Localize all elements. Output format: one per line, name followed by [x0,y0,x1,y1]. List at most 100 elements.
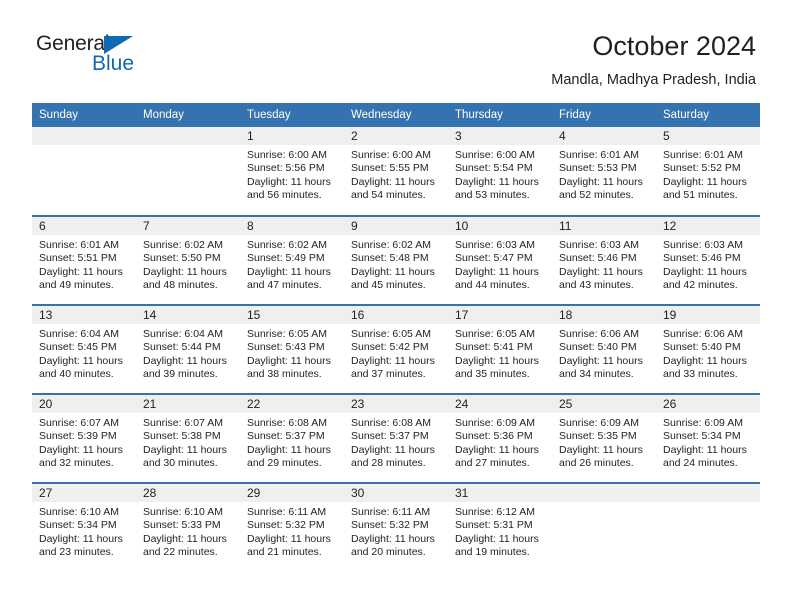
day-detail-line: Sunset: 5:48 PM [351,252,429,265]
day-number: 31 [448,484,552,502]
day-cell[interactable]: 17 Sunrise: 6:05 AM Sunset: 5:41 PM Dayligh… [448,304,552,394]
day-cell[interactable]: 5 Sunrise: 6:01 AM Sunset: 5:52 PM Daylight… [656,127,760,216]
day-details: Sunrise: 6:09 AM Sunset: 5:35 PM Daylight:… [552,413,656,471]
day-detail-line: Sunrise: 6:06 AM [663,328,743,340]
day-cell[interactable]: 11 Sunrise: 6:03 AM Sunset: 5:46 PM Dayligh… [552,215,656,305]
title-block: October 2024 Mandla, Madhya Pradesh, Ind… [551,30,756,90]
day-cell[interactable]: 13 Sunrise: 6:04 AM Sunset: 5:45 PM Dayligh… [32,304,136,394]
day-cell[interactable]: 30 Sunrise: 6:11 AM Sunset: 5:32 PM Dayligh… [344,482,448,572]
day-cell[interactable]: 8 Sunrise: 6:02 AM Sunset: 5:49 PM Daylight… [240,215,344,305]
day-detail-line: and 29 minutes. [247,457,322,470]
day-number: 17 [448,306,552,324]
day-cell[interactable]: 16 Sunrise: 6:05 AM Sunset: 5:42 PM Dayligh… [344,304,448,394]
day-detail-line: Sunrise: 6:05 AM [351,328,431,340]
day-detail-line: Sunset: 5:32 PM [351,519,429,532]
day-number: 12 [656,217,760,235]
day-number: 28 [136,484,240,502]
day-number: 23 [344,395,448,413]
day-detail-line: Sunrise: 6:09 AM [455,417,535,429]
day-detail-line: Daylight: 11 hours [455,443,539,456]
day-cell[interactable]: 18 Sunrise: 6:06 AM Sunset: 5:40 PM Dayligh… [552,304,656,394]
day-detail-line: Daylight: 11 hours [455,175,539,188]
day-details: Sunrise: 6:06 AM Sunset: 5:40 PM Daylight:… [656,324,760,382]
day-detail-line: Sunrise: 6:04 AM [143,328,223,340]
day-details: Sunrise: 6:11 AM Sunset: 5:32 PM Daylight:… [344,502,448,560]
day-number: 21 [136,395,240,413]
day-cell[interactable]: 22 Sunrise: 6:08 AM Sunset: 5:37 PM Dayligh… [240,393,344,483]
day-detail-line: and 51 minutes. [663,189,738,202]
day-detail-line: and 34 minutes. [559,368,634,381]
day-details: Sunrise: 6:05 AM Sunset: 5:41 PM Daylight:… [448,324,552,382]
calendar-week-row: 6 Sunrise: 6:01 AM Sunset: 5:51 PM Daylight… [32,215,760,305]
day-cell-empty [136,127,240,216]
day-detail-line: Daylight: 11 hours [39,265,123,278]
day-cell[interactable]: 4 Sunrise: 6:01 AM Sunset: 5:53 PM Daylight… [552,127,656,216]
day-number: 30 [344,484,448,502]
day-detail-line: and 39 minutes. [143,368,218,381]
day-detail-line: Sunset: 5:47 PM [455,252,533,265]
day-cell[interactable]: 21 Sunrise: 6:07 AM Sunset: 5:38 PM Dayligh… [136,393,240,483]
day-detail-line: Sunset: 5:34 PM [39,519,117,532]
day-detail-line: Sunrise: 6:02 AM [143,239,223,251]
day-detail-line: Sunset: 5:46 PM [559,252,637,265]
day-cell[interactable]: 24 Sunrise: 6:09 AM Sunset: 5:36 PM Dayligh… [448,393,552,483]
day-detail-line: and 48 minutes. [143,279,218,292]
location-subtitle: Mandla, Madhya Pradesh, India [551,72,756,88]
day-cell[interactable]: 10 Sunrise: 6:03 AM Sunset: 5:47 PM Dayligh… [448,215,552,305]
day-cell[interactable]: 26 Sunrise: 6:09 AM Sunset: 5:34 PM Dayligh… [656,393,760,483]
day-detail-line: and 37 minutes. [351,368,426,381]
day-cell[interactable]: 14 Sunrise: 6:04 AM Sunset: 5:44 PM Dayligh… [136,304,240,394]
day-detail-line: and 26 minutes. [559,457,634,470]
weekday-header-wednesday: Wednesday [344,103,448,127]
day-details: Sunrise: 6:09 AM Sunset: 5:34 PM Daylight:… [656,413,760,471]
calendar-page: General Blue October 2024 Mandla, Madhya… [0,0,792,612]
day-cell[interactable]: 31 Sunrise: 6:12 AM Sunset: 5:31 PM Dayligh… [448,482,552,572]
day-number: 5 [656,127,760,145]
day-cell[interactable]: 27 Sunrise: 6:10 AM Sunset: 5:34 PM Dayligh… [32,482,136,572]
day-detail-line: Sunrise: 6:02 AM [351,239,431,251]
day-detail-line: Sunrise: 6:03 AM [559,239,639,251]
day-details: Sunrise: 6:00 AM Sunset: 5:55 PM Daylight:… [344,145,448,203]
day-detail-line: Sunrise: 6:01 AM [559,149,639,161]
day-details: Sunrise: 6:03 AM Sunset: 5:46 PM Daylight:… [552,235,656,293]
day-detail-line: and 54 minutes. [351,189,426,202]
day-detail-line: Daylight: 11 hours [559,265,643,278]
day-detail-line: and 28 minutes. [351,457,426,470]
day-cell[interactable]: 29 Sunrise: 6:11 AM Sunset: 5:32 PM Dayligh… [240,482,344,572]
day-details: Sunrise: 6:02 AM Sunset: 5:49 PM Daylight:… [240,235,344,293]
day-cell[interactable]: 3 Sunrise: 6:00 AM Sunset: 5:54 PM Daylight… [448,127,552,216]
day-cell[interactable]: 25 Sunrise: 6:09 AM Sunset: 5:35 PM Dayligh… [552,393,656,483]
day-details: Sunrise: 6:08 AM Sunset: 5:37 PM Daylight:… [240,413,344,471]
general-blue-logo[interactable]: General Blue [36,33,166,83]
day-cell[interactable]: 2 Sunrise: 6:00 AM Sunset: 5:55 PM Daylight… [344,127,448,216]
day-cell[interactable]: 7 Sunrise: 6:02 AM Sunset: 5:50 PM Daylight… [136,215,240,305]
weekday-header-friday: Friday [552,103,656,127]
day-cell[interactable]: 15 Sunrise: 6:05 AM Sunset: 5:43 PM Dayligh… [240,304,344,394]
day-details: Sunrise: 6:02 AM Sunset: 5:48 PM Daylight:… [344,235,448,293]
day-detail-line: Sunset: 5:43 PM [247,341,325,354]
day-detail-line: Sunrise: 6:04 AM [39,328,119,340]
day-cell[interactable]: 9 Sunrise: 6:02 AM Sunset: 5:48 PM Daylight… [344,215,448,305]
day-detail-line: Sunrise: 6:11 AM [247,506,327,518]
day-detail-line: Sunrise: 6:11 AM [351,506,431,518]
day-detail-line: Sunset: 5:34 PM [663,430,741,443]
day-cell[interactable]: 12 Sunrise: 6:03 AM Sunset: 5:46 PM Dayligh… [656,215,760,305]
day-detail-line: Sunset: 5:37 PM [247,430,325,443]
day-cell[interactable]: 19 Sunrise: 6:06 AM Sunset: 5:40 PM Dayligh… [656,304,760,394]
day-number: 2 [344,127,448,145]
day-details: Sunrise: 6:10 AM Sunset: 5:34 PM Daylight:… [32,502,136,560]
day-detail-line: Sunset: 5:55 PM [351,162,429,175]
day-detail-line: Sunrise: 6:09 AM [663,417,743,429]
day-cell[interactable]: 23 Sunrise: 6:08 AM Sunset: 5:37 PM Dayligh… [344,393,448,483]
day-detail-line: and 24 minutes. [663,457,738,470]
day-cell[interactable]: 28 Sunrise: 6:10 AM Sunset: 5:33 PM Dayligh… [136,482,240,572]
day-cell[interactable]: 6 Sunrise: 6:01 AM Sunset: 5:51 PM Daylight… [32,215,136,305]
day-detail-line: and 20 minutes. [351,546,426,559]
day-detail-line: Daylight: 11 hours [143,443,227,456]
day-number: 16 [344,306,448,324]
day-cell[interactable]: 20 Sunrise: 6:07 AM Sunset: 5:39 PM Dayligh… [32,393,136,483]
day-detail-line: Daylight: 11 hours [39,443,123,456]
day-cell[interactable]: 1 Sunrise: 6:00 AM Sunset: 5:56 PM Daylight… [240,127,344,216]
day-detail-line: Sunrise: 6:12 AM [455,506,535,518]
day-detail-line: Sunrise: 6:01 AM [663,149,743,161]
